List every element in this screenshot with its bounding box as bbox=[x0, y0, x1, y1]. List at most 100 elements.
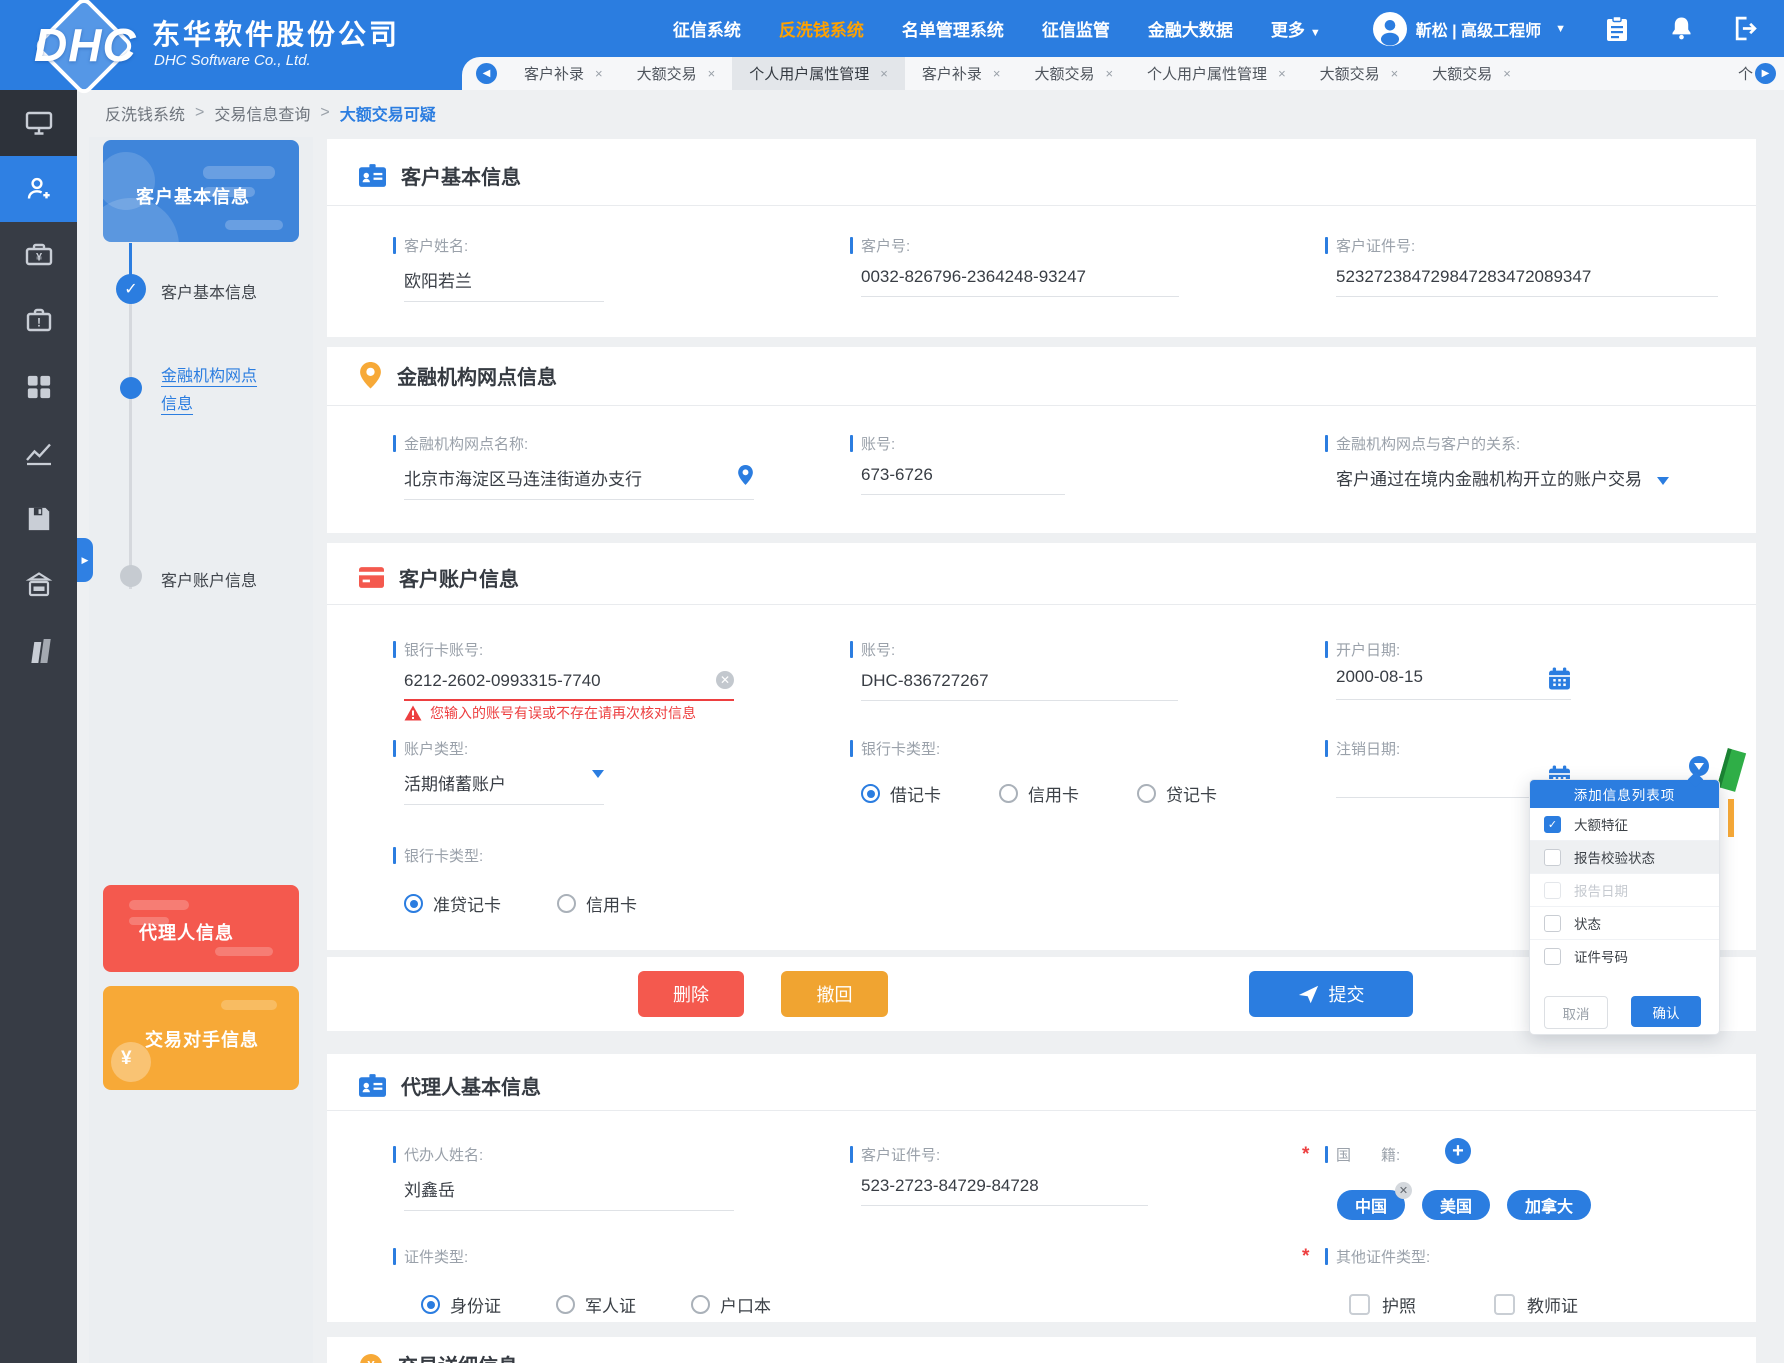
popup-option-status[interactable]: 状态 bbox=[1530, 906, 1719, 939]
radio-quasi-credit-card[interactable]: 贷记卡 bbox=[1137, 781, 1217, 806]
user-menu[interactable]: 靳松 | 高级工程师 ▼ bbox=[1373, 12, 1566, 46]
breadcrumb-item[interactable]: 反洗钱系统 bbox=[105, 101, 185, 125]
nav-credit-supervision[interactable]: 征信监管 bbox=[1042, 16, 1110, 41]
tag-china[interactable]: 中国✕ bbox=[1337, 1190, 1405, 1220]
agent-name-field[interactable]: 刘鑫岳 bbox=[404, 1176, 734, 1211]
branch-account-field[interactable]: 673-6726 bbox=[861, 465, 1065, 495]
tab-item[interactable]: 大额交易× bbox=[620, 57, 733, 90]
open-date-field[interactable]: 2000-08-15 bbox=[1336, 667, 1571, 700]
tab-item-truncated[interactable]: 个 bbox=[1721, 57, 1753, 90]
tab-item[interactable]: 客户补录× bbox=[905, 57, 1018, 90]
radio-label: 信用卡 bbox=[1028, 781, 1079, 806]
sidebar-item-archive[interactable] bbox=[0, 552, 77, 618]
customer-id-field[interactable]: 523272384729847283472089347 bbox=[1336, 267, 1718, 297]
step-current-dot[interactable] bbox=[120, 377, 142, 399]
nav-aml-system[interactable]: 反洗钱系统 bbox=[779, 16, 864, 41]
radio-quasi-credit[interactable]: 准贷记卡 bbox=[404, 891, 501, 916]
remove-tag-icon[interactable]: ✕ bbox=[1395, 1182, 1412, 1199]
yuan-coin-icon: ¥ bbox=[121, 1048, 132, 1070]
sidebar-item-transactions[interactable]: ¥ bbox=[0, 222, 77, 288]
monitor-icon bbox=[25, 109, 53, 137]
sidebar-item-dashboard[interactable] bbox=[0, 90, 77, 156]
radio-id-card[interactable]: 身份证 bbox=[421, 1292, 501, 1317]
tag-canada[interactable]: 加拿大 bbox=[1507, 1190, 1591, 1220]
tab-item[interactable]: 大额交易× bbox=[1303, 57, 1416, 90]
branch-name-field[interactable]: 北京市海淀区马连洼街道办支行 bbox=[404, 465, 754, 500]
delete-button[interactable]: 删除 bbox=[638, 971, 744, 1017]
popup-cancel-button[interactable]: 取消 bbox=[1544, 996, 1608, 1029]
withdraw-button[interactable]: 撤回 bbox=[781, 971, 888, 1017]
branch-relation-select[interactable]: 客户通过在境内金融机构开立的账户交易 bbox=[1336, 465, 1669, 490]
field-label: 银行卡账号: bbox=[393, 639, 483, 660]
section-title: 客户账户信息 bbox=[399, 563, 519, 592]
radio-household-register[interactable]: 户口本 bbox=[691, 1292, 771, 1317]
wizard-header-card[interactable]: 客户基本信息 bbox=[103, 140, 299, 242]
customer-name-field[interactable]: 欧阳若兰 bbox=[404, 267, 604, 302]
logout-icon[interactable] bbox=[1732, 16, 1758, 42]
tab-item[interactable]: 客户补录× bbox=[507, 57, 620, 90]
account-type-select[interactable]: 活期储蓄账户 bbox=[404, 770, 604, 805]
tag-usa[interactable]: 美国 bbox=[1422, 1190, 1490, 1220]
clipboard-icon[interactable] bbox=[1604, 16, 1630, 42]
close-icon[interactable]: × bbox=[1278, 66, 1286, 81]
add-nationality-button[interactable]: + bbox=[1445, 1138, 1471, 1164]
line-chart-icon bbox=[25, 439, 53, 467]
popup-option-report-check-status[interactable]: 报告校验状态 bbox=[1530, 840, 1719, 873]
tabs-scroll-right-icon[interactable]: ▶ bbox=[1755, 63, 1776, 84]
nav-list-management[interactable]: 名单管理系统 bbox=[902, 16, 1004, 41]
close-icon[interactable]: × bbox=[1503, 66, 1511, 81]
step-pending-dot[interactable] bbox=[120, 565, 142, 587]
counterparty-info-card[interactable]: ¥ 交易对手信息 bbox=[103, 986, 299, 1090]
close-icon[interactable]: × bbox=[880, 66, 888, 81]
nav-more[interactable]: 更多▼ bbox=[1271, 16, 1321, 41]
sidebar-expand-handle[interactable]: ▶ bbox=[77, 538, 93, 582]
step-done-check-icon[interactable]: ✓ bbox=[116, 274, 146, 304]
field-label: 客户证件号: bbox=[1325, 235, 1415, 256]
account-no-field[interactable]: DHC-836727267 bbox=[861, 671, 1178, 701]
map-pin-icon[interactable] bbox=[737, 465, 754, 486]
close-icon[interactable]: × bbox=[993, 66, 1001, 81]
radio-credit-card[interactable]: 信用卡 bbox=[999, 781, 1079, 806]
sidebar-item-modules[interactable] bbox=[0, 354, 77, 420]
alert-case-icon: ! bbox=[25, 307, 53, 335]
bell-icon[interactable] bbox=[1668, 16, 1694, 42]
calendar-icon[interactable] bbox=[1548, 667, 1571, 690]
tabs-scroll-left-icon[interactable]: ◀ bbox=[476, 63, 497, 84]
sidebar-item-customer-entry[interactable] bbox=[0, 156, 77, 222]
checkbox-teacher-id[interactable]: 教师证 bbox=[1494, 1292, 1578, 1317]
tab-item[interactable]: 大额交易× bbox=[1415, 57, 1528, 90]
clear-input-icon[interactable]: ✕ bbox=[716, 671, 734, 689]
close-icon[interactable]: × bbox=[708, 66, 716, 81]
sidebar-item-directory[interactable] bbox=[0, 618, 77, 684]
close-icon[interactable]: × bbox=[1105, 66, 1113, 81]
agent-info-card[interactable]: 代理人信息 bbox=[103, 885, 299, 972]
popup-option-certificate-no[interactable]: 证件号码 bbox=[1530, 939, 1719, 972]
step-customer-basic[interactable]: 客户基本信息 bbox=[161, 279, 257, 303]
tab-item[interactable]: 大额交易× bbox=[1017, 57, 1130, 90]
sidebar-item-analytics[interactable] bbox=[0, 420, 77, 486]
customer-no-field[interactable]: 0032-826796-2364248-93247 bbox=[861, 267, 1179, 297]
breadcrumb-item[interactable]: 交易信息查询 bbox=[214, 101, 310, 125]
radio-credit[interactable]: 信用卡 bbox=[557, 891, 637, 916]
column-config-toggle[interactable] bbox=[1689, 756, 1709, 776]
tab-label: 个人用户属性管理 bbox=[749, 63, 869, 84]
tab-item[interactable]: 个人用户属性管理× bbox=[1130, 57, 1303, 90]
bank-card-no-field[interactable]: 6212-2602-0993315-7740 ✕ bbox=[404, 671, 734, 701]
close-icon[interactable]: × bbox=[595, 66, 603, 81]
sidebar-item-records[interactable] bbox=[0, 486, 77, 552]
step-branch-info[interactable]: 金融机构网点 信息 bbox=[161, 363, 257, 419]
close-icon[interactable]: × bbox=[1391, 66, 1399, 81]
nav-big-data[interactable]: 金融大数据 bbox=[1148, 16, 1233, 41]
radio-military-id[interactable]: 军人证 bbox=[556, 1292, 636, 1317]
nav-credit-system[interactable]: 征信系统 bbox=[673, 16, 741, 41]
submit-button[interactable]: 提交 bbox=[1249, 971, 1413, 1017]
checkbox-passport[interactable]: 护照 bbox=[1349, 1292, 1416, 1317]
popup-confirm-button[interactable]: 确认 bbox=[1631, 996, 1701, 1027]
popup-option-label: 报告日期 bbox=[1574, 880, 1628, 900]
step-account-info[interactable]: 客户账户信息 bbox=[161, 567, 257, 591]
sidebar-item-alerts[interactable]: ! bbox=[0, 288, 77, 354]
agent-id-field[interactable]: 523-2723-84729-84728 bbox=[861, 1176, 1148, 1206]
tab-item-active[interactable]: 个人用户属性管理 × bbox=[732, 57, 905, 90]
radio-debit-card[interactable]: 借记卡 bbox=[861, 781, 941, 806]
popup-option-large-amount-feature[interactable]: ✓ 大额特征 bbox=[1530, 808, 1719, 840]
